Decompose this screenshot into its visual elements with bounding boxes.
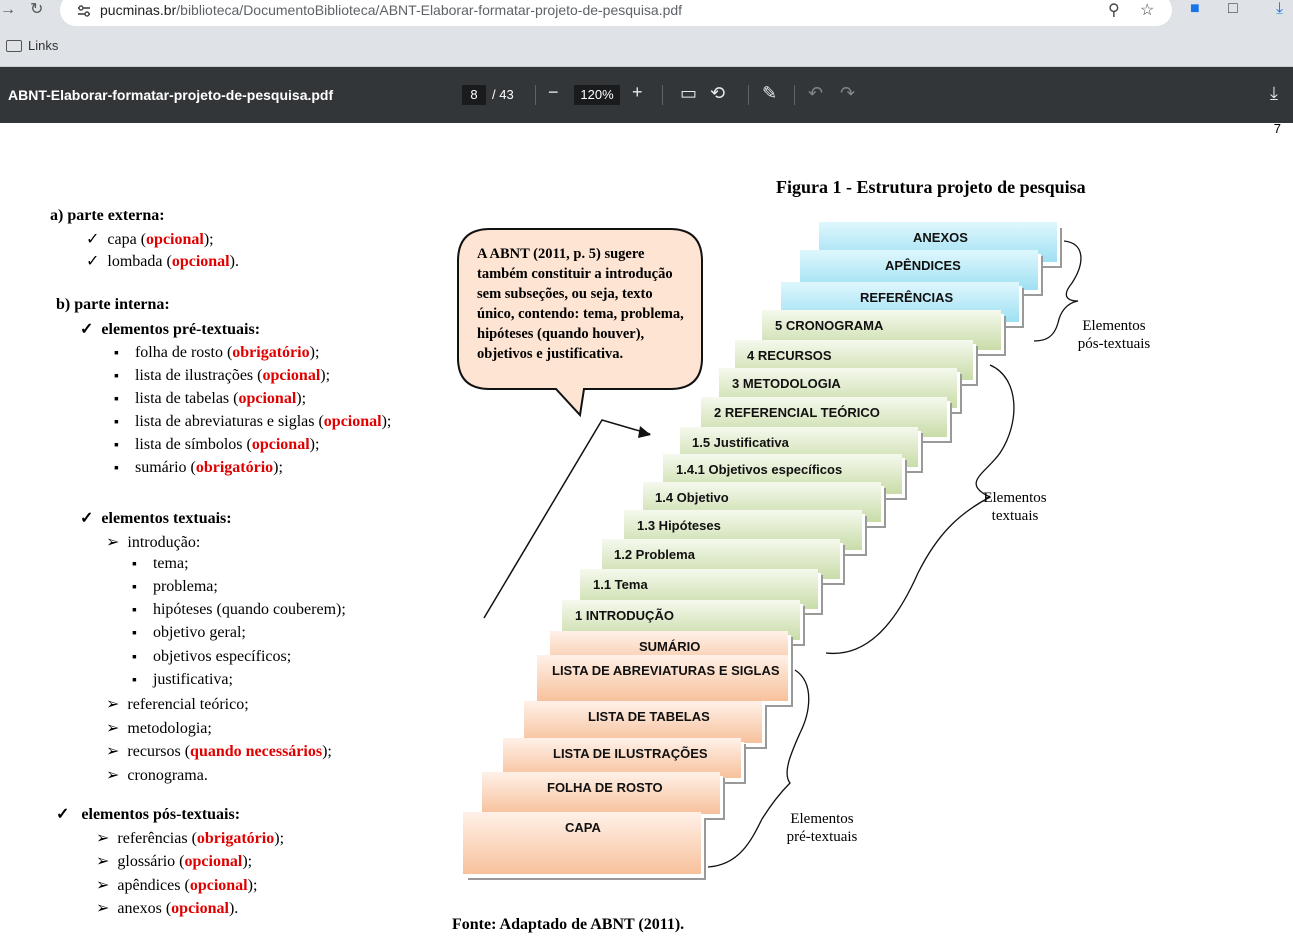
download-pdf-icon[interactable]: ⤓	[1270, 83, 1278, 104]
address-bar[interactable]: pucminas.br/biblioteca/DocumentoBibliote…	[60, 0, 1172, 26]
folder-icon	[6, 39, 22, 52]
zoom-out-button[interactable]: −	[548, 82, 559, 103]
divider	[748, 85, 749, 105]
bookmark-folder-links[interactable]: Links	[6, 38, 58, 53]
extension-icon[interactable]: ■	[1190, 0, 1200, 18]
undo-icon[interactable]: ↶	[808, 83, 823, 104]
label-pre-textual: Elementos pré-textuais	[786, 811, 858, 845]
url-path: /biblioteca/DocumentoBiblioteca/ABNT-Ela…	[176, 2, 683, 18]
browser-tab-strip: → ↻ pucminas.br/biblioteca/DocumentoBibl…	[0, 0, 1293, 30]
reload-icon[interactable]: ↻	[30, 0, 43, 22]
step-capa: CAPA	[463, 812, 701, 874]
zoom-input[interactable]: 120%	[574, 85, 620, 105]
figure-source: Fonte: Adaptado de ABNT (2011).	[452, 916, 685, 933]
fit-page-icon[interactable]: ▭	[680, 83, 697, 104]
label-textual: Elementos textuais	[983, 490, 1047, 524]
pdf-title: ABNT-Elaborar-formatar-projeto-de-pesqui…	[8, 87, 334, 103]
bookmark-star-icon[interactable]: ☆	[1140, 0, 1154, 20]
label-post-textual: Elementos pós-textuais	[1077, 318, 1151, 352]
step-folha-rosto: FOLHA DE ROSTO	[482, 772, 720, 814]
step-lista-abreviaturas: LISTA DE ABREVIATURAS E SIGLAS	[537, 655, 788, 701]
pointer-arrowhead	[638, 426, 651, 438]
download-icon[interactable]: ⤓	[1276, 0, 1283, 18]
bubble-text: A ABNT (2011, p. 5) sugere também consti…	[477, 246, 684, 362]
zoom-icon[interactable]: ⚲	[1108, 0, 1120, 20]
forward-icon[interactable]: →	[0, 0, 16, 22]
rotate-icon[interactable]: ⟲	[710, 83, 725, 104]
pdf-page: 7 a) parte externa: capa (opcional); lom…	[0, 121, 1293, 946]
pdf-toolbar: ABNT-Elaborar-formatar-projeto-de-pesqui…	[0, 67, 1293, 123]
redo-icon[interactable]: ↷	[840, 83, 855, 104]
divider	[662, 85, 663, 105]
extensions-puzzle-icon[interactable]: □	[1228, 0, 1238, 18]
step-lista-tabelas: LISTA DE TABELAS	[524, 701, 762, 743]
url-host: pucminas.br	[100, 2, 177, 18]
page-number-input[interactable]: 8	[462, 85, 486, 105]
page-total: / 43	[492, 87, 514, 102]
url-text[interactable]: pucminas.br/biblioteca/DocumentoBibliote…	[100, 2, 682, 18]
bookmarks-bar: Links	[0, 30, 1293, 67]
divider	[535, 85, 536, 105]
divider	[794, 85, 795, 105]
annotate-icon[interactable]: ✎	[762, 83, 777, 104]
bookmark-label: Links	[28, 38, 59, 53]
zoom-in-button[interactable]: +	[632, 82, 643, 103]
site-settings-icon[interactable]	[76, 4, 92, 18]
